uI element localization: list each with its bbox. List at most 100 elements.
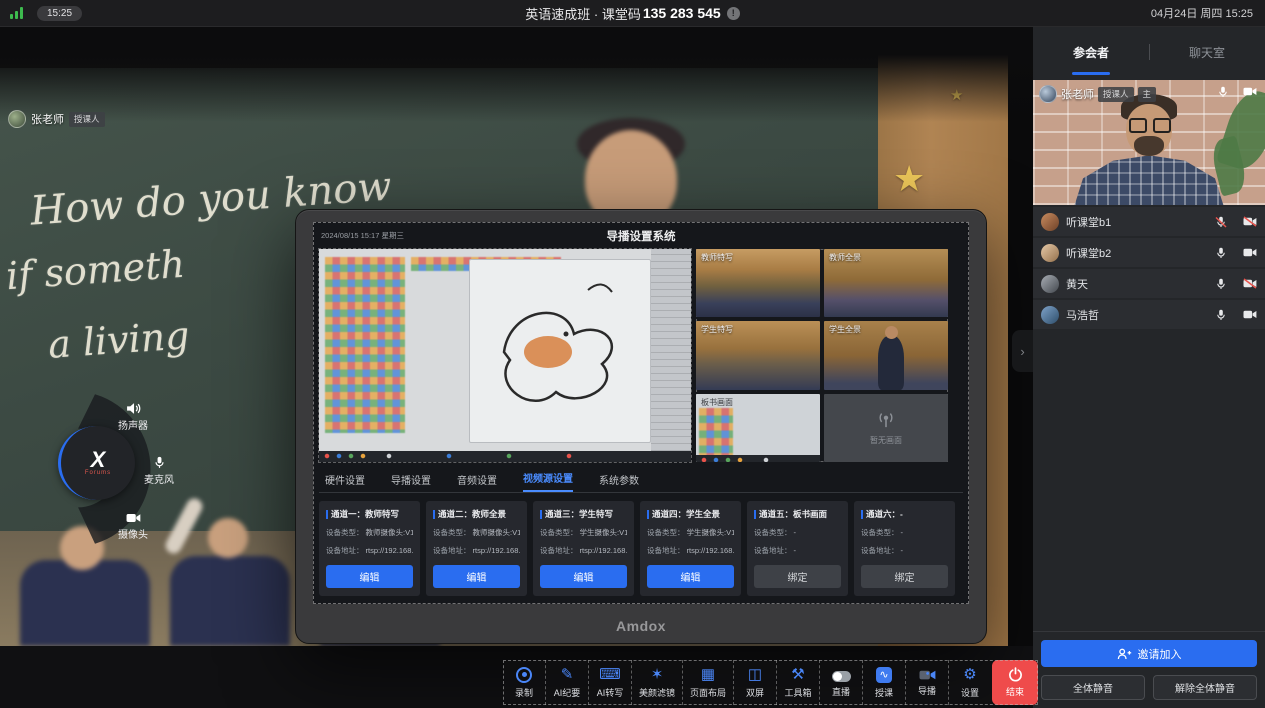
tab-director-settings[interactable]: 导播设置 (391, 472, 431, 492)
page-layout-button[interactable]: ▦ 页面布局 (682, 660, 733, 705)
toggle-icon (832, 671, 851, 682)
ai-minutes-button[interactable]: ✎ AI纪要 (545, 660, 588, 705)
record-button[interactable]: 录制 (503, 660, 545, 705)
participant-row[interactable]: 听课堂b1 (1033, 207, 1265, 236)
participant-name: 黄天 (1066, 276, 1088, 292)
channel-edit-button[interactable]: 编辑 (647, 565, 734, 588)
date-time: 04月24日 周四 15:25 (1151, 5, 1253, 21)
dual-screen-button[interactable]: ◫ 双屏 (733, 660, 776, 705)
toolbox-button[interactable]: ⚒ 工具箱 (776, 660, 819, 705)
channel-card-3: 通道三：学生特写 设备类型：学生摄像头:V10 设备地址：rtsp://192.… (533, 501, 634, 596)
mic-icon[interactable] (1215, 278, 1227, 290)
channel-title: 通道三：学生特写 (545, 508, 613, 520)
mic-icon[interactable] (1215, 247, 1227, 259)
director-camera-icon (919, 669, 936, 681)
settings-button[interactable]: ⚙ 设置 (948, 660, 991, 705)
tab-video-source-settings[interactable]: 视频源设置 (523, 470, 573, 492)
channel-card-5: 通道五：板书画面 设备类型：- 设备地址：- 绑定 (747, 501, 848, 596)
unmute-all-button[interactable]: 解除全体静音 (1153, 675, 1257, 700)
no-signal-icon (875, 409, 897, 431)
channel-title: 通道五：板书画面 (759, 508, 827, 520)
video-tile[interactable]: 板书画面 (696, 394, 820, 462)
channel-title: 通道一：教师特写 (331, 508, 399, 520)
channel-edit-button[interactable]: 编辑 (326, 565, 413, 588)
camera-icon[interactable] (1243, 309, 1257, 320)
beauty-filter-button[interactable]: ✶ 美颜滤镜 (631, 660, 682, 705)
presenter-avatar (8, 110, 26, 128)
camera-icon[interactable] (1243, 216, 1257, 227)
power-icon (1008, 667, 1023, 682)
device-brand-logo: Amdox (296, 618, 986, 634)
channel-edit-button[interactable]: 编辑 (433, 565, 520, 588)
whiteboard-doodle (469, 259, 651, 443)
camera-grid: 教师特写 教师全景 学生特写 学生全景 板书画面 暂无画面 (696, 249, 948, 462)
ai-transcribe-button[interactable]: ⌨ AI转写 (588, 660, 631, 705)
channel-bind-button[interactable]: 绑定 (754, 565, 841, 588)
tab-participants[interactable]: 参会者 (1033, 44, 1149, 61)
participant-row[interactable]: 黄天 (1033, 269, 1265, 298)
channel-card-4: 通道四：学生全景 设备类型：学生摄像头:V10 设备地址：rtsp://192.… (640, 501, 741, 596)
camera-icon[interactable] (1243, 247, 1257, 258)
speaker-icon (126, 402, 141, 415)
modal-title: 导播设置系统 (313, 228, 969, 244)
participant-row[interactable]: 听课堂b2 (1033, 238, 1265, 267)
camera-menu-item[interactable]: 摄像头 (118, 512, 148, 541)
mic-icon[interactable] (1215, 216, 1227, 228)
role-badge: 授课人 (1098, 87, 1134, 102)
desktop-taskbar (319, 451, 691, 462)
camera-icon (126, 512, 141, 524)
channel-title: 通道六：- (866, 508, 903, 520)
avatar (1041, 244, 1059, 262)
info-icon[interactable]: ! (727, 7, 740, 20)
class-title-text: 英语速成班 · 课堂码 (525, 4, 641, 23)
channel-card-6: 通道六：- 设备类型：- 设备地址：- 绑定 (854, 501, 955, 596)
video-tile[interactable]: 学生特写 (696, 321, 820, 389)
modal-tab-bar: 硬件设置 导播设置 音频设置 视频源设置 系统参数 (325, 470, 959, 492)
participant-name: 张老师 (1061, 86, 1094, 102)
tab-audio-settings[interactable]: 音频设置 (457, 472, 497, 492)
mute-all-button[interactable]: 全体静音 (1041, 675, 1145, 700)
tab-system-params[interactable]: 系统参数 (599, 472, 639, 492)
star-decoration: ★ (893, 158, 925, 200)
channel-bind-button[interactable]: 绑定 (861, 565, 948, 588)
top-bar: 15:25 英语速成班 · 课堂码135 283 545 ! 04月24日 周四… (0, 0, 1265, 27)
video-tile[interactable]: 学生全景 (824, 321, 948, 389)
keyboard-icon: ⌨ (599, 667, 621, 683)
video-tile[interactable]: 教师特写 (696, 249, 820, 317)
modal-screen: 2024/08/15 15:17 星期三 导播设置系统 (313, 222, 969, 604)
class-code: 135 283 545 (643, 5, 721, 21)
end-session-button[interactable]: 结束 (992, 660, 1038, 705)
toolbox-icon: ⚒ (791, 667, 804, 683)
live-stream-button[interactable]: 直播 (819, 660, 862, 705)
channel-card-2: 通道二：教师全景 设备类型：教师摄像头:V10 设备地址：rtsp://192.… (426, 501, 527, 596)
channel-card-1: 通道一：教师特写 设备类型：教师摄像头:V10 设备地址：rtsp://192.… (319, 501, 420, 596)
speaker-menu-item[interactable]: 扬声器 (118, 402, 148, 432)
device-hub-button[interactable]: X Forums (58, 426, 135, 500)
invite-button[interactable]: 邀请加入 (1041, 640, 1257, 667)
tab-hardware-settings[interactable]: 硬件设置 (325, 472, 365, 492)
participant-video-figure (1074, 152, 1224, 205)
participant-name: 听课堂b2 (1066, 245, 1111, 261)
channel-edit-button[interactable]: 编辑 (540, 565, 627, 588)
video-tile[interactable]: 教师全景 (824, 249, 948, 317)
mic-icon[interactable] (1215, 309, 1227, 321)
sidebar-collapse-handle[interactable]: › (1012, 330, 1033, 372)
participant-name: 马浩哲 (1066, 307, 1099, 323)
camera-icon[interactable] (1243, 86, 1257, 98)
microphone-menu-item[interactable]: 麦克风 (144, 456, 174, 486)
channel-title: 通道四：学生全景 (652, 508, 720, 520)
tab-chat-room[interactable]: 聊天室 (1149, 44, 1265, 61)
channel-title: 通道二：教师全景 (438, 508, 506, 520)
channel-cards: 通道一：教师特写 设备类型：教师摄像头:V10 设备地址：rtsp://192.… (319, 501, 963, 596)
director-button[interactable]: 导播 (905, 660, 948, 705)
featured-participant-video[interactable]: 张老师 授课人 主 (1033, 80, 1265, 205)
person-add-icon (1117, 648, 1132, 660)
camera-icon[interactable] (1243, 278, 1257, 289)
participant-row[interactable]: 马浩哲 (1033, 300, 1265, 329)
empty-video-tile: 暂无画面 (824, 394, 948, 462)
mic-icon[interactable] (1217, 86, 1229, 98)
teach-button[interactable]: ∿ 授课 (862, 660, 905, 705)
director-settings-modal: × 2024/08/15 15:17 星期三 导播设置系统 (295, 209, 987, 644)
app-window: 15:25 英语速成班 · 课堂码135 283 545 ! 04月24日 周四… (0, 0, 1265, 708)
screen-preview[interactable] (319, 249, 691, 462)
